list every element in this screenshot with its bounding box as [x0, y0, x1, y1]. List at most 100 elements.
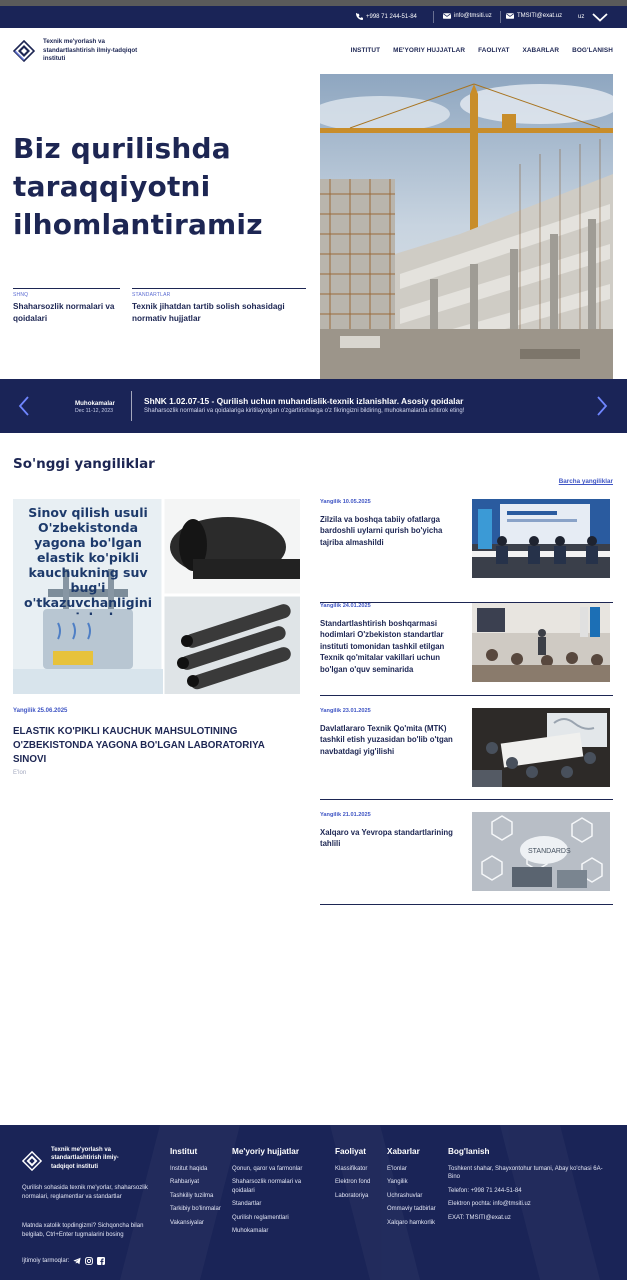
footer-link[interactable]: E'lonlar: [387, 1165, 437, 1173]
site-header: Texnik me'yorlash va standartlashtirish …: [0, 28, 627, 74]
hero-card-tag: SHNQ: [13, 292, 29, 298]
news-title[interactable]: Zilzila va boshqa tabiiy ofatlarga bardo…: [320, 514, 463, 548]
footer-logo-icon[interactable]: [22, 1151, 42, 1171]
footer-link[interactable]: Laboratoriya: [335, 1192, 381, 1200]
main-news-image[interactable]: Sinov qilish usuli O'zbekistonda yagona …: [13, 499, 300, 694]
news-thumbnail[interactable]: [472, 499, 610, 578]
top-contact-bar: +998 71 244-51-84 info@tmsiti.uz TMSITI@…: [0, 6, 627, 28]
instagram-icon[interactable]: [85, 1257, 94, 1265]
main-news-title[interactable]: ELASTIK KO'PIKLI KAUCHUK MAHSULOTINING O…: [13, 725, 298, 767]
nav-item-meyoriy-hujjatlar[interactable]: ME'YORIY HUJJATLAR: [393, 47, 465, 54]
divider: [500, 11, 501, 23]
footer-col-title: Xabarlar: [387, 1147, 420, 1156]
news-item[interactable]: Yangilik 21.01.2025 Xalqaro va Yevropa s…: [320, 812, 613, 905]
footer-col-meyoriy-hujjatlar: Me'yoriy hujjatlar Qonun, qaror va farmo…: [232, 1147, 324, 1240]
footer-address: Toshkent shahar, Shayxontohur tumani, Ab…: [448, 1166, 603, 1181]
discussion-banner: Muhokamalar Dec 11-12, 2023 ShNK 1.02.07…: [0, 379, 627, 433]
exat-contact[interactable]: TMSITI@exat.uz: [506, 13, 562, 19]
banner-title[interactable]: ShNK 1.02.07-15 - Qurilish uchun muhandi…: [144, 396, 463, 406]
news-date: Yangilik 10.05.2025: [320, 499, 371, 505]
phone-number: +998 71 244-51-84: [366, 13, 417, 20]
email-contact[interactable]: info@tmsiti.uz: [443, 13, 492, 19]
footer-col-title: Bog'lanish: [448, 1147, 490, 1156]
footer-col-faoliyat: Faoliyat Klassifikator Elektron fond Lab…: [335, 1147, 381, 1205]
footer-col-xabarlar: Xabarlar E'lonlar Yangilik Uchrashuvlar …: [387, 1147, 437, 1232]
footer-link[interactable]: Shaharsozlik normalari va qoidalari: [232, 1178, 324, 1195]
footer-col-title: Faoliyat: [335, 1147, 366, 1156]
hero-construction-photo: [320, 74, 613, 379]
footer-email[interactable]: Elektron pochta: info@tmsiti.uz: [448, 1200, 613, 1208]
footer-link[interactable]: Tarkibiy bo'linmalar: [170, 1205, 226, 1213]
footer-link[interactable]: Qonun, qaror va farmonlar: [232, 1165, 324, 1173]
svg-text:STANDARDS: STANDARDS: [528, 848, 571, 855]
hero-card-tag: STANDARTLAR: [132, 292, 171, 298]
main-news-image-caption: Sinov qilish usuli O'zbekistonda yagona …: [23, 505, 153, 615]
all-news-link[interactable]: Barcha yangiliklar: [559, 478, 613, 485]
hero-title: Biz qurilishda taraqqiyotni ilhomlantira…: [13, 132, 263, 241]
logo-text[interactable]: Texnik me'yorlash va standartlashtirish …: [43, 38, 138, 64]
footer-col-title: Institut: [170, 1147, 198, 1156]
news-date: Yangilik 24.01.2025: [320, 603, 371, 609]
footer-link[interactable]: Uchrashuvlar: [387, 1192, 437, 1200]
news-item[interactable]: Yangilik 24.01.2025 Standartlashtirish b…: [320, 603, 613, 696]
news-item[interactable]: Yangilik 10.05.2025 Zilzila va boshqa ta…: [320, 499, 613, 603]
nav-item-boglanish[interactable]: BOG'LANISH: [572, 47, 613, 54]
email-address: info@tmsiti.uz: [454, 13, 492, 19]
news-date: Yangilik 21.01.2025: [320, 812, 371, 818]
main-nav: INSTITUT ME'YORIY HUJJATLAR FAOLIYAT XAB…: [351, 47, 613, 54]
hero-card-title: Shaharsozlik normalari va qoidalari: [13, 302, 115, 323]
divider: [433, 11, 434, 23]
footer-logo-text[interactable]: Texnik me'yorlash va standartlashtirish …: [51, 1146, 141, 1171]
site-footer: Texnik me'yorlash va standartlashtirish …: [0, 1125, 627, 1280]
chevron-down-icon[interactable]: [592, 13, 608, 22]
news-thumbnail[interactable]: [472, 708, 610, 787]
news-title[interactable]: Davlatlararo Texnik Qo'mita (MTK) tashki…: [320, 723, 463, 757]
footer-link[interactable]: Institut haqida: [170, 1165, 226, 1173]
chevron-right-icon[interactable]: [596, 396, 608, 416]
language-selector[interactable]: uz: [578, 14, 584, 20]
social-label: Ijtimoiy tarmoqlar:: [22, 1258, 70, 1264]
footer-exat[interactable]: EXAT: TMSITI@exat.uz: [448, 1214, 613, 1222]
footer-description: Qurilish sohasida texnik me'yorlar, shah…: [22, 1185, 148, 1200]
footer-link[interactable]: Qurilish reglamentlari: [232, 1214, 324, 1222]
footer-link[interactable]: Yangilik: [387, 1178, 437, 1186]
banner-date: Dec 11-12, 2023: [75, 408, 113, 414]
footer-link[interactable]: Vakansiyalar: [170, 1219, 226, 1227]
footer-phone[interactable]: Telefon: +998 71 244-51-84: [448, 1187, 613, 1195]
hero-card-standartlar[interactable]: STANDARTLAR Texnik jihatdan tartib solis…: [132, 288, 306, 324]
news-date: Yangilik 23.01.2025: [320, 708, 371, 714]
nav-item-institut[interactable]: INSTITUT: [351, 47, 381, 54]
footer-link[interactable]: Ommaviy tadbirlar: [387, 1205, 437, 1213]
footer-link[interactable]: Rahbariyat: [170, 1178, 226, 1186]
hero-card-shnq[interactable]: SHNQ Shaharsozlik normalari va qoidalari: [13, 288, 120, 324]
footer-link[interactable]: Tashkiliy tuzilma: [170, 1192, 226, 1200]
hero-card-title: Texnik jihatdan tartib solish sohasidagi…: [132, 302, 285, 323]
phone-contact[interactable]: +998 71 244-51-84: [356, 13, 417, 20]
logo-icon[interactable]: [13, 40, 35, 62]
footer-error-hint: Matnda xatolik topdingizmi? Sichqoncha b…: [22, 1223, 144, 1238]
footer-link[interactable]: Elektron fond: [335, 1178, 381, 1186]
footer-col-title: Me'yoriy hujjatlar: [232, 1147, 300, 1156]
footer-col-boglanish: Bog'lanish Toshkent shahar, Shayxontohur…: [448, 1147, 613, 1227]
banner-divider: [131, 391, 132, 421]
banner-category: Muhokamalar: [75, 400, 115, 407]
news-title[interactable]: Xalqaro va Yevropa standartlarining tahl…: [320, 827, 463, 850]
news-thumbnail[interactable]: [472, 603, 610, 682]
footer-link[interactable]: Klassifikator: [335, 1165, 381, 1173]
mail-icon: [506, 13, 514, 19]
news-item[interactable]: Yangilik 23.01.2025 Davlatlararo Texnik …: [320, 708, 613, 800]
phone-icon: [356, 13, 363, 20]
news-thumbnail[interactable]: STANDARDS: [472, 812, 610, 891]
chevron-left-icon[interactable]: [18, 396, 30, 416]
main-news-tag: E'lon: [13, 770, 27, 776]
nav-item-xabarlar[interactable]: XABARLAR: [522, 47, 559, 54]
footer-link[interactable]: Xalqaro hamkorlik: [387, 1219, 437, 1227]
nav-item-faoliyat[interactable]: FAOLIYAT: [478, 47, 509, 54]
news-title[interactable]: Standartlashtirish boshqarmasi hodimlari…: [320, 618, 463, 675]
telegram-icon[interactable]: [73, 1257, 81, 1265]
main-news-date: Yangilik 25.06.2025: [13, 708, 68, 714]
footer-link[interactable]: Muhokamalar: [232, 1227, 324, 1235]
footer-link[interactable]: Standartlar: [232, 1200, 324, 1208]
mail-icon: [443, 13, 451, 19]
facebook-icon[interactable]: [97, 1257, 106, 1265]
